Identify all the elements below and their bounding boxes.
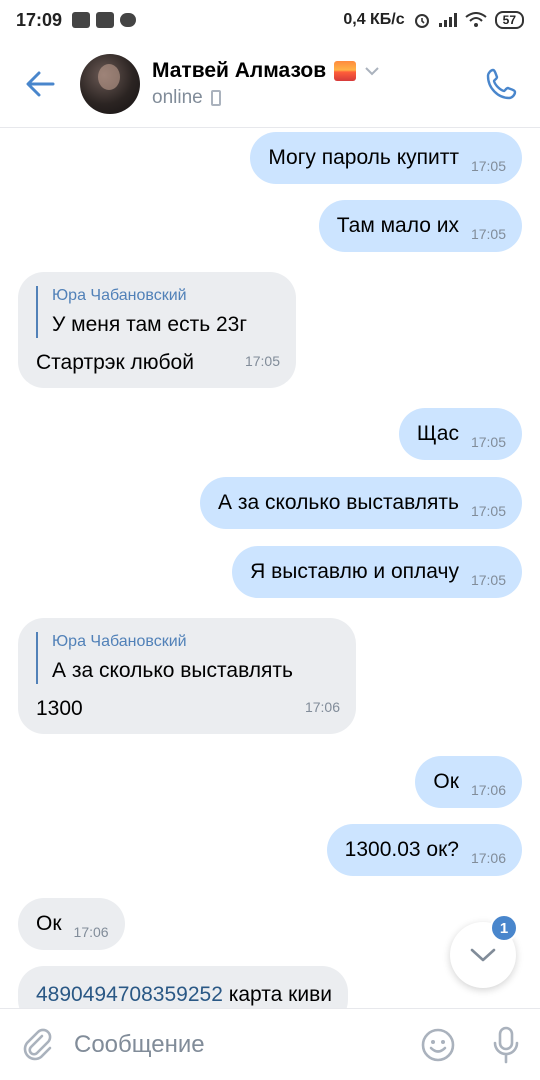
reply-quote[interactable]: Юра Чабановский У меня там есть 23г: [36, 286, 280, 338]
message-text: Ок: [36, 912, 62, 935]
voice-message-button[interactable]: [472, 1009, 540, 1080]
paperclip-icon: [23, 1028, 52, 1060]
mobile-device-icon: [210, 89, 221, 106]
message-bubble[interactable]: Щас 17:05: [398, 408, 522, 460]
quote-text: У меня там есть 23г: [52, 313, 248, 336]
reply-quote[interactable]: Юра Чабановский А за сколько выставлять: [36, 632, 340, 684]
message-text: 1300.03 ок?: [344, 838, 459, 861]
attach-button[interactable]: [0, 1009, 74, 1080]
contact-name: Матвей Алмазов: [152, 58, 327, 82]
card-number-link[interactable]: 4890494708359252: [36, 983, 223, 1006]
message-time: 17:05: [470, 503, 506, 519]
chevron-down-icon: [470, 948, 496, 962]
quote-text: А за сколько выставлять: [52, 659, 293, 682]
message-bubble[interactable]: 4890494708359252 карта киви: [18, 966, 348, 1008]
emoji-button[interactable]: [404, 1009, 472, 1080]
message-time: 17:05: [470, 572, 506, 588]
message-text: Стартрэк любой: [36, 351, 194, 374]
message-list[interactable]: Могу пароль купитт 17:05 Там мало их 17:…: [0, 128, 540, 1008]
message-time: 17:05: [244, 353, 280, 369]
message-text: Могу пароль купитт: [268, 146, 459, 169]
message-bubble[interactable]: 1300.03 ок? 17:06: [326, 824, 522, 876]
message-bubble[interactable]: Юра Чабановский А за сколько выставлять …: [18, 618, 356, 734]
message-text: 1300: [36, 697, 83, 720]
message-text: Там мало их: [336, 214, 459, 237]
message-time: 17:06: [304, 699, 340, 715]
message-time: 17:05: [470, 158, 506, 174]
chevron-down-icon: [365, 66, 379, 75]
message-composer: [0, 1008, 540, 1080]
sunset-emoji-icon: [334, 60, 357, 81]
vk-notification-icon: [96, 12, 115, 28]
arrow-left-icon: [26, 71, 55, 96]
avatar[interactable]: [80, 53, 140, 114]
chat-header: Матвей Алмазов online: [0, 40, 540, 128]
status-bar: 17:09 0,4 КБ/с 57: [0, 0, 540, 40]
message-time: 17:05: [470, 434, 506, 450]
phone-icon: [486, 68, 517, 100]
message-bubble[interactable]: А за сколько выставлять 17:05: [200, 477, 522, 529]
message-text: Щас: [416, 422, 459, 445]
message-text: Ок: [433, 770, 459, 793]
notification-icons: [72, 12, 137, 28]
alarm-icon: [414, 14, 429, 28]
unread-badge: 1: [490, 914, 518, 942]
status-time: 17:09: [16, 9, 63, 30]
call-button[interactable]: [482, 64, 522, 104]
battery-icon: 57: [494, 11, 524, 29]
message-bubble[interactable]: Ок 17:06: [415, 756, 522, 808]
quote-author: Юра Чабановский: [52, 633, 187, 650]
wifi-icon: [465, 12, 487, 27]
message-text: А за сколько выставлять: [218, 491, 459, 514]
online-status: online: [152, 86, 203, 108]
status-right: 0,4 КБ/с 57: [343, 11, 524, 29]
chat-notification-icon: [120, 13, 137, 27]
message-bubble[interactable]: Юра Чабановский У меня там есть 23г Стар…: [18, 272, 296, 388]
network-speed: 0,4 КБ/с: [343, 11, 405, 28]
message-bubble[interactable]: Могу пароль купитт 17:05: [250, 132, 522, 184]
back-button[interactable]: [0, 40, 80, 128]
message-time: 17:05: [470, 226, 506, 242]
message-time: 17:06: [470, 782, 506, 798]
microphone-icon: [493, 1026, 519, 1063]
message-text-suffix: карта киви: [222, 983, 332, 1006]
message-bubble[interactable]: Ок 17:06: [18, 898, 125, 950]
message-time: 17:06: [73, 924, 109, 940]
message-input[interactable]: [74, 1030, 404, 1059]
quote-author: Юра Чабановский: [52, 287, 187, 304]
signal-icon: [438, 13, 457, 27]
message-time: 17:06: [470, 850, 506, 866]
chat-title[interactable]: Матвей Алмазов online: [152, 59, 380, 109]
message-bubble[interactable]: Там мало их 17:05: [318, 200, 522, 252]
message-bubble[interactable]: Я выставлю и оплачу 17:05: [232, 546, 522, 598]
message-text: 4890494708359252 карта киви: [36, 982, 332, 1008]
smile-icon: [421, 1028, 455, 1061]
message-text: Я выставлю и оплачу: [250, 560, 459, 583]
vk-notification-icon: [72, 12, 91, 28]
